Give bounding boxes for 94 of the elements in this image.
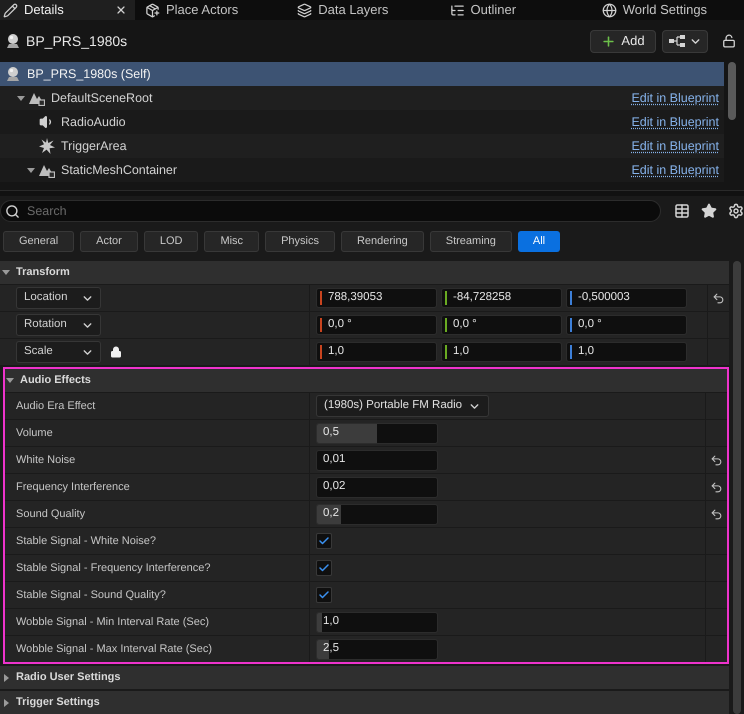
number-field[interactable]: 0,0 ° — [566, 315, 687, 335]
starburst-icon — [39, 138, 55, 154]
slider-field[interactable]: 0,2 — [316, 504, 438, 524]
actor-icon — [5, 66, 21, 82]
filter-tab[interactable]: Physics — [265, 231, 335, 252]
mode-dropdown[interactable]: Location — [16, 287, 101, 309]
number-field[interactable]: 0,02 — [316, 476, 438, 498]
property-label: Stable Signal - Frequency Interference? — [16, 560, 210, 576]
caret-down-icon[interactable] — [2, 270, 10, 275]
caret-down-icon[interactable] — [17, 96, 25, 100]
number-field[interactable]: -84,728258 — [441, 288, 562, 308]
settings-icon[interactable] — [728, 203, 744, 219]
filter-tab[interactable]: Rendering — [340, 231, 424, 252]
lock-icon[interactable] — [110, 346, 122, 358]
plus-icon — [601, 34, 616, 48]
number-field[interactable]: 788,39053 — [316, 288, 437, 308]
reset-icon[interactable] — [712, 292, 725, 304]
filter-tab[interactable]: General — [3, 231, 74, 252]
blueprint-link[interactable]: Edit in Blueprint — [631, 160, 719, 180]
number-field[interactable]: 1,0 — [316, 342, 437, 362]
tab[interactable]: Details — [0, 0, 135, 20]
tree-item[interactable]: BP_PRS_1980s (Self) — [0, 62, 724, 86]
filter-tab[interactable]: Streaming — [430, 231, 512, 252]
tree-item[interactable]: TriggerArea Edit in Blueprint — [0, 134, 724, 158]
property-label: Wobble Signal - Max Interval Rate (Sec) — [16, 642, 212, 657]
number-field[interactable]: 0,01 — [316, 450, 438, 470]
filter-tab[interactable]: Actor — [80, 231, 138, 252]
filter-tab[interactable]: Misc — [204, 231, 260, 252]
filter-tab[interactable]: LOD — [144, 231, 198, 252]
section-header[interactable]: Trigger Settings — [0, 691, 729, 714]
list-icon — [450, 2, 464, 18]
tab[interactable]: Outliner — [440, 0, 592, 20]
number-field[interactable]: 0,0 ° — [441, 315, 562, 335]
tree-item[interactable]: DefaultSceneRoot Edit in Blueprint — [0, 86, 724, 110]
actor-title: BP_PRS_1980s — [26, 32, 128, 51]
slider-field[interactable]: 2,5 — [316, 638, 438, 660]
caret-right-icon[interactable] — [4, 698, 8, 706]
mode-dropdown[interactable]: Scale — [16, 341, 101, 363]
property-label: Audio Era Effect — [16, 398, 96, 414]
globe-icon — [602, 2, 617, 18]
property-label: Stable Signal - White Noise? — [16, 534, 156, 549]
caret-down-icon[interactable] — [6, 378, 14, 383]
cube-plus-icon — [145, 2, 160, 18]
reset-icon[interactable] — [710, 480, 723, 494]
checkbox[interactable] — [316, 533, 332, 549]
property-label: White Noise — [16, 452, 76, 468]
blueprint-link[interactable]: Edit in Blueprint — [631, 88, 719, 108]
caret-down-icon[interactable] — [27, 168, 35, 172]
dropdown[interactable]: (1980s) Portable FM Radio — [316, 395, 490, 417]
checkbox[interactable] — [316, 560, 332, 576]
unlock-icon[interactable] — [722, 34, 736, 48]
section-header[interactable]: Transform — [0, 261, 729, 284]
caret-right-icon[interactable] — [4, 674, 8, 682]
reset-icon[interactable] — [710, 454, 723, 466]
tab[interactable]: World Settings — [592, 0, 744, 20]
property-label: Frequency Interference — [16, 480, 130, 495]
tree-item[interactable]: RadioAudio Edit in Blueprint — [0, 110, 724, 134]
checkmark-icon — [318, 562, 330, 574]
close-icon[interactable] — [115, 4, 127, 16]
pencil-icon — [3, 2, 18, 18]
section-header[interactable]: Audio Effects — [5, 369, 727, 392]
tab[interactable]: Place Actors — [135, 0, 288, 20]
section-header[interactable]: Radio User Settings — [0, 666, 729, 689]
number-field[interactable]: -0,500003 — [566, 288, 687, 308]
blueprint-link[interactable]: Edit in Blueprint — [631, 112, 719, 132]
property-label: Volume — [16, 426, 53, 441]
slider-field[interactable]: 0,5 — [316, 422, 438, 444]
number-field[interactable]: 1,0 — [441, 342, 562, 362]
blueprint-link[interactable]: Edit in Blueprint — [631, 136, 719, 156]
scrollbar-thumb[interactable] — [733, 261, 741, 714]
layers-icon — [297, 2, 312, 18]
property-label: Stable Signal - Sound Quality? — [16, 588, 166, 603]
tree-item[interactable]: StaticMeshContainer Edit in Blueprint — [0, 158, 724, 182]
blueprint-options-button[interactable] — [662, 30, 708, 52]
slider-field[interactable]: 1,0 — [316, 612, 438, 632]
search-icon — [5, 204, 20, 218]
hierarchy-icon — [668, 35, 684, 47]
actor-icon — [5, 33, 21, 49]
star-icon[interactable] — [701, 203, 717, 219]
filter-tab[interactable]: All — [518, 231, 560, 252]
reset-icon[interactable] — [710, 508, 723, 520]
table-icon[interactable] — [674, 203, 690, 219]
mode-dropdown[interactable]: Rotation — [16, 314, 101, 336]
checkbox[interactable] — [316, 587, 332, 603]
checkmark-icon — [318, 535, 330, 547]
search-field[interactable]: Search — [0, 200, 661, 222]
checkmark-icon — [318, 589, 330, 601]
add-button[interactable]: Add — [590, 30, 656, 52]
property-label: Wobble Signal - Min Interval Rate (Sec) — [16, 614, 209, 630]
tab[interactable]: Data Layers — [287, 0, 440, 20]
scrollbar-thumb[interactable] — [728, 62, 736, 120]
number-field[interactable]: 0,0 ° — [316, 315, 437, 335]
property-label: Sound Quality — [16, 506, 86, 522]
number-field[interactable]: 1,0 — [566, 342, 687, 362]
